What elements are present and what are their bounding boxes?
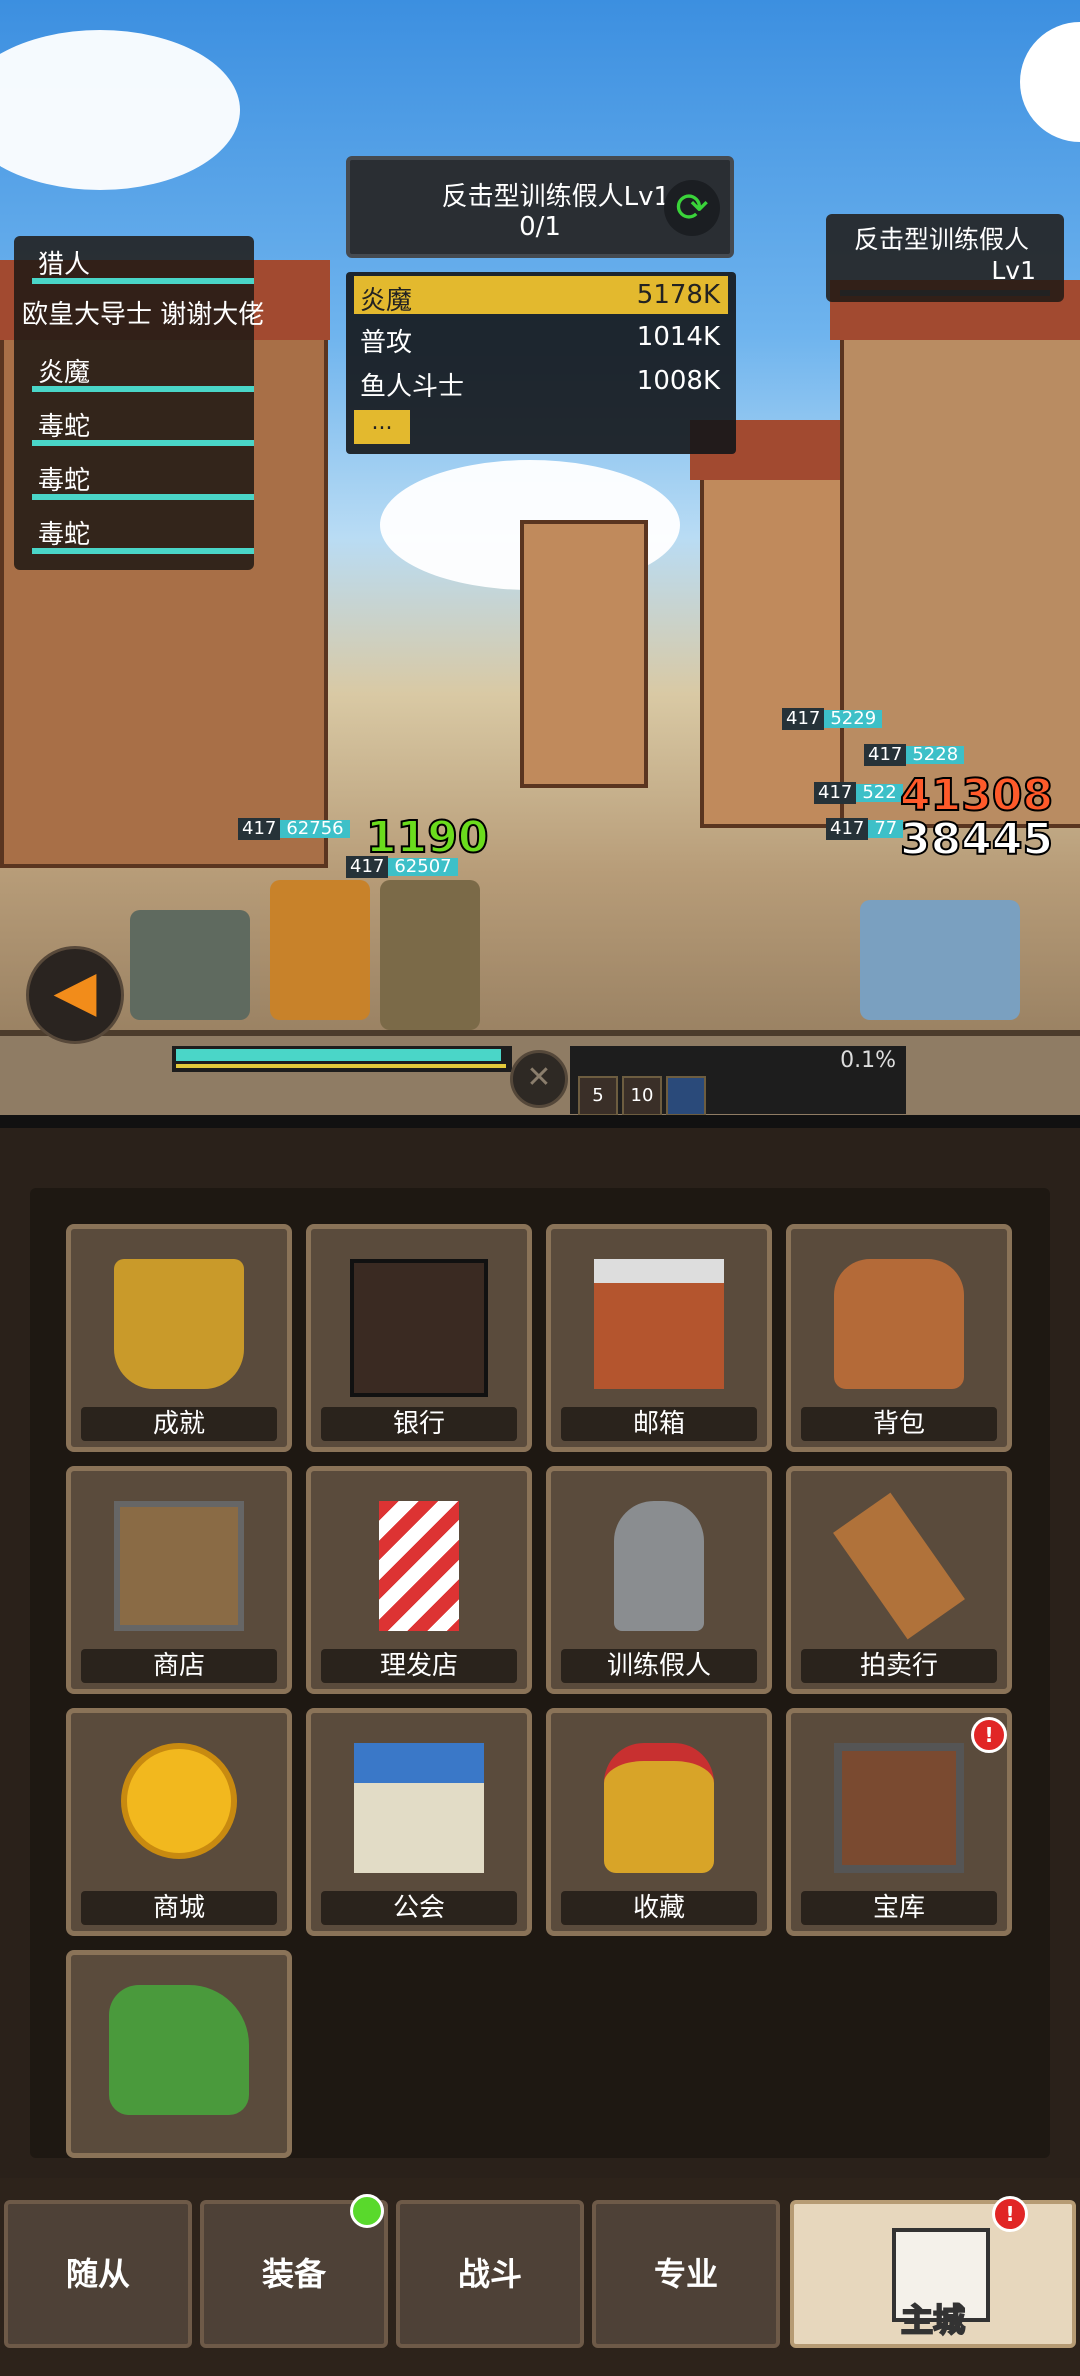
- fire-demon-ally: [270, 880, 370, 1020]
- enemy-hp-label: 417 5229: [782, 708, 883, 730]
- menu-tile-bank[interactable]: 银行: [306, 1224, 532, 1452]
- trophy-icon: [114, 1259, 244, 1389]
- cannon-ally: [130, 910, 250, 1020]
- damage-row: 炎魔 5178K: [354, 276, 728, 316]
- back-arrow-icon[interactable]: ◀: [26, 946, 124, 1044]
- buff-icon: 5: [578, 1076, 618, 1116]
- ally-hp-label: 417 62756: [238, 818, 350, 840]
- damage-number: 1190: [365, 811, 489, 864]
- party-member[interactable]: 猎人 欧皇大导士 谢谢大佬: [14, 236, 264, 330]
- gold-coin-icon: [121, 1743, 237, 1859]
- menu-tile-training-dummy[interactable]: 训练假人: [546, 1466, 772, 1694]
- menu-grid: 成就 银行 邮箱 背包 商店 理发店 训练假人 拍卖行 商城 公会 收藏 宝库 …: [30, 1188, 1050, 2158]
- training-dummy-icon: [614, 1501, 704, 1631]
- guild-house-icon: [354, 1743, 484, 1873]
- member-hp-bar: [32, 440, 254, 446]
- menu-tile-dragon[interactable]: [66, 1950, 292, 2158]
- team-hp-bar: [172, 1046, 512, 1072]
- gavel-icon: [833, 1492, 965, 1640]
- party-list: 猎人 欧皇大导士 谢谢大佬 炎魔 毒蛇 毒蛇 毒蛇: [14, 236, 264, 570]
- enemy-hp-label: 417 522: [814, 782, 903, 804]
- nav-followers[interactable]: 随从: [4, 2200, 192, 2348]
- enemy-name: 反击型训练假人: [854, 225, 1030, 254]
- menu-tile-shop[interactable]: 商店: [66, 1466, 292, 1694]
- nav-battle[interactable]: 战斗: [396, 2200, 584, 2348]
- enemy-tag: 反击型训练假人 Lv1: [826, 214, 1064, 302]
- barber-pole-icon: [379, 1501, 459, 1631]
- menu-tile-mall[interactable]: 商城: [66, 1708, 292, 1936]
- chest-icon: [114, 1501, 244, 1631]
- nav-main-city[interactable]: 主城 !: [790, 2196, 1076, 2348]
- chat-overlay: 欧皇大导士 谢谢大佬: [22, 300, 265, 330]
- city-menu-panel: 成就 银行 邮箱 背包 商店 理发店 训练假人 拍卖行 商城 公会 收藏 宝库 …: [0, 1128, 1080, 2178]
- alert-badge: !: [971, 1717, 1007, 1753]
- cloud: [0, 30, 240, 190]
- refresh-icon[interactable]: ⟳: [664, 180, 720, 236]
- menu-tile-collection[interactable]: 收藏: [546, 1708, 772, 1936]
- close-icon[interactable]: ✕: [510, 1050, 568, 1108]
- damage-ranking: 炎魔 5178K 普攻 1014K 鱼人斗士 1008K ...: [346, 272, 736, 454]
- nav-equipment[interactable]: 装备: [200, 2194, 388, 2348]
- mailbox-icon: [594, 1259, 724, 1389]
- damage-row: 普攻 1014K: [360, 322, 720, 358]
- target-name: 反击型训练假人Lv1: [441, 182, 670, 212]
- dragon-icon: [109, 1985, 249, 2115]
- team-energy-fill: [176, 1064, 506, 1068]
- warrior-ally: [380, 880, 480, 1030]
- safe-icon: [350, 1259, 488, 1397]
- damage-row: 鱼人斗士 1008K: [360, 366, 720, 402]
- building: [520, 520, 648, 788]
- menu-tile-mailbox[interactable]: 邮箱: [546, 1224, 772, 1452]
- training-dummy-enemy: [860, 900, 1020, 1020]
- member-hp-bar: [32, 386, 254, 392]
- menu-tile-auction[interactable]: 拍卖行: [786, 1466, 1012, 1694]
- enemy-hp-bar: [840, 290, 1050, 296]
- buff-icon: 10: [622, 1076, 662, 1116]
- party-member[interactable]: 毒蛇: [14, 506, 254, 560]
- party-member[interactable]: 炎魔: [14, 344, 254, 398]
- notification-dot: [350, 2194, 384, 2228]
- buff-icon: [666, 1076, 706, 1116]
- bottom-nav: 随从 装备 战斗 专业 主城 !: [0, 2178, 1080, 2376]
- backpack-icon: [834, 1259, 964, 1389]
- enemy-level: Lv1: [991, 256, 1036, 285]
- menu-tile-achievements[interactable]: 成就: [66, 1224, 292, 1452]
- divider: [0, 1115, 1080, 1129]
- menu-tile-guild[interactable]: 公会: [306, 1708, 532, 1936]
- member-hp-bar: [32, 548, 254, 554]
- team-hp-fill: [176, 1049, 502, 1061]
- nav-profession[interactable]: 专业: [592, 2200, 780, 2348]
- vault-icon: [834, 1743, 964, 1873]
- damage-number: 38445: [899, 813, 1054, 866]
- alert-badge: !: [992, 2196, 1028, 2232]
- helmet-icon: [604, 1743, 714, 1873]
- member-hp-bar: [32, 278, 254, 284]
- party-member[interactable]: 毒蛇: [14, 398, 254, 452]
- enemy-hp-label: 417 77: [826, 818, 904, 840]
- menu-tile-backpack[interactable]: 背包: [786, 1224, 1012, 1452]
- enemy-hp-label: 417 5228: [864, 744, 965, 766]
- corner-badge-icon[interactable]: [1020, 22, 1080, 142]
- member-hp-bar: [32, 494, 254, 500]
- target-header: 反击型训练假人Lv1 0/1 ⟳: [346, 156, 734, 258]
- menu-tile-barber[interactable]: 理发店: [306, 1466, 532, 1694]
- enemy-progress-bar: 0.1% 5 10: [570, 1046, 906, 1116]
- party-member[interactable]: 毒蛇: [14, 452, 254, 506]
- damage-more-button[interactable]: ...: [354, 410, 410, 444]
- progress-percent: 0.1%: [840, 1048, 896, 1073]
- menu-tile-vault[interactable]: 宝库 !: [786, 1708, 1012, 1936]
